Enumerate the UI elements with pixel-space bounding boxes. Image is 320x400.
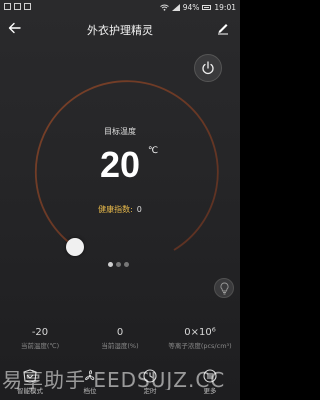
nav-more[interactable]: 更多 — [180, 364, 240, 400]
current-temperature-reading: -20 当前温度(℃) — [0, 326, 80, 356]
status-right: 94% 19:01 — [159, 3, 236, 12]
reading-label: 当前湿度(%) — [101, 342, 139, 350]
page-dot[interactable] — [116, 262, 121, 267]
reading-value: 0 — [116, 327, 124, 338]
page-dot[interactable] — [124, 262, 129, 267]
nav-timer[interactable]: 定时 — [120, 364, 180, 400]
health-index-label: 健康指数: — [98, 205, 133, 214]
notification-icon — [4, 3, 11, 10]
health-index: 健康指数: 0 — [0, 204, 240, 215]
nav-label: 档位 — [83, 387, 97, 395]
title-bar: 外衣护理精灵 — [0, 16, 240, 42]
notification-icon — [24, 3, 31, 10]
wifi-icon — [159, 4, 169, 11]
nav-label: 更多 — [203, 387, 217, 395]
reading-label: 等离子浓度(pcs/cm³) — [168, 342, 232, 350]
bottom-navigation: 智能模式 档位 定时 更多 — [0, 364, 240, 400]
more-icon — [203, 369, 217, 383]
reading-value: 0×10⁶ — [184, 327, 216, 338]
health-index-value: 0 — [136, 205, 142, 214]
smart-mode-icon — [23, 369, 37, 383]
temperature-unit: ℃ — [148, 146, 159, 156]
target-temperature-value: 20 — [99, 144, 141, 185]
light-button[interactable] — [214, 278, 234, 298]
clock-icon — [143, 369, 157, 383]
nav-label: 智能模式 — [17, 387, 43, 395]
nav-smart-mode[interactable]: 智能模式 — [0, 364, 60, 400]
nav-fan-level[interactable]: 档位 — [60, 364, 120, 400]
reading-value: -20 — [31, 327, 49, 338]
notification-icon — [14, 3, 21, 10]
current-humidity-reading: 0 当前湿度(%) — [80, 326, 160, 356]
clock-time: 19:01 — [214, 3, 236, 12]
page-indicator — [108, 262, 129, 267]
fan-icon — [85, 370, 95, 381]
pencil-icon — [218, 24, 228, 35]
target-temperature-label: 目标温度 — [104, 127, 136, 136]
battery-percent: 94% — [182, 3, 200, 12]
app-screen: 94% 19:01 外衣护理精灵 目标温度 20 ℃ 健康指数: 0 -20 当… — [0, 0, 240, 400]
battery-icon — [202, 5, 212, 10]
page-dot[interactable] — [108, 262, 113, 267]
dial-knob[interactable] — [66, 238, 84, 256]
reading-label: 当前温度(℃) — [20, 342, 60, 350]
bulb-icon — [220, 282, 229, 295]
status-notification-icons — [4, 3, 31, 10]
plasma-concentration-reading: 0×10⁶ 等离子浓度(pcs/cm³) — [160, 326, 240, 356]
nav-label: 定时 — [143, 387, 157, 395]
sensor-readings: -20 当前温度(℃) 0 当前湿度(%) 0×10⁶ 等离子浓度(pcs/cm… — [0, 326, 240, 356]
page-title: 外衣护理精灵 — [87, 24, 153, 37]
status-bar: 94% 19:01 — [0, 0, 240, 16]
edit-button[interactable] — [216, 20, 232, 36]
signal-icon — [171, 4, 180, 11]
